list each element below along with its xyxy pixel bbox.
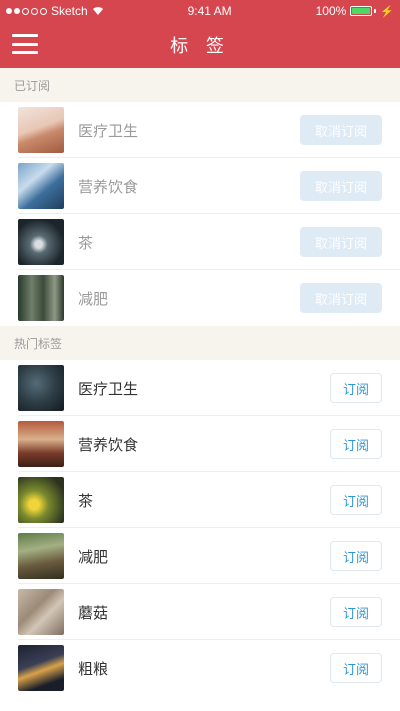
unsubscribe-button[interactable]: 取消订阅 [300,171,382,201]
tag-thumbnail [18,645,64,691]
battery-icon [350,6,377,16]
tag-thumbnail [18,275,64,321]
list-item: 营养饮食 取消订阅 [0,158,400,214]
list-item: 减肥 取消订阅 [0,270,400,326]
tag-thumbnail [18,219,64,265]
tag-label: 减肥 [78,289,109,308]
list-item: 医疗卫生 取消订阅 [0,102,400,158]
hot-tags-list: 医疗卫生 订阅 营养饮食 订阅 茶 订阅 减肥 订阅 蘑菇 订阅 粗粮 订阅 [0,360,400,696]
tag-label: 蘑菇 [78,603,109,622]
tag-label: 茶 [78,491,94,510]
charging-bolt-icon: ⚡ [380,5,394,18]
list-item: 茶 取消订阅 [0,214,400,270]
subscribe-button[interactable]: 订阅 [330,597,382,627]
tag-thumbnail [18,589,64,635]
unsubscribe-button[interactable]: 取消订阅 [300,283,382,313]
tag-label: 粗粮 [78,659,109,678]
page-title: 标 签 [170,36,230,57]
status-left: Sketch [6,4,104,18]
tag-label: 医疗卫生 [78,379,139,398]
wifi-icon [92,6,104,16]
tag-thumbnail [18,477,64,523]
list-item: 减肥 订阅 [0,528,400,584]
list-item: 茶 订阅 [0,472,400,528]
status-right: 100% ⚡ [316,4,394,18]
unsubscribe-button[interactable]: 取消订阅 [300,227,382,257]
nav-bar: 标 签 [0,22,400,68]
tag-label: 减肥 [78,547,109,566]
list-item: 营养饮食 订阅 [0,416,400,472]
tag-label: 营养饮食 [78,177,139,196]
subscribe-button[interactable]: 订阅 [330,485,382,515]
subscribe-button[interactable]: 订阅 [330,653,382,683]
hamburger-menu-icon[interactable] [12,32,38,56]
tag-thumbnail [18,421,64,467]
status-bar: Sketch 9:41 AM 100% ⚡ [0,0,400,22]
carrier-label: Sketch [51,4,88,18]
app-screen: Sketch 9:41 AM 100% ⚡ 标 签 已订阅 医疗卫生 取消订阅 [0,0,400,711]
tag-thumbnail [18,533,64,579]
unsubscribe-button[interactable]: 取消订阅 [300,115,382,145]
status-time: 9:41 AM [187,4,232,18]
subscribe-button[interactable]: 订阅 [330,373,382,403]
tag-thumbnail [18,163,64,209]
tag-label: 茶 [78,233,94,252]
list-item: 粗粮 订阅 [0,640,400,696]
battery-percent: 100% [315,4,347,18]
subscribe-button[interactable]: 订阅 [330,429,382,459]
subscribed-list: 医疗卫生 取消订阅 营养饮食 取消订阅 茶 取消订阅 减肥 取消订阅 [0,102,400,326]
tag-thumbnail [18,107,64,153]
tag-thumbnail [18,365,64,411]
subscribe-button[interactable]: 订阅 [330,541,382,571]
section-header-hot-tags: 热门标签 [0,326,400,360]
section-header-subscribed: 已订阅 [0,68,400,102]
list-item: 蘑菇 订阅 [0,584,400,640]
list-item: 医疗卫生 订阅 [0,360,400,416]
tag-label: 营养饮食 [78,435,139,454]
tag-label: 医疗卫生 [78,121,139,140]
signal-strength-icon [6,7,47,15]
